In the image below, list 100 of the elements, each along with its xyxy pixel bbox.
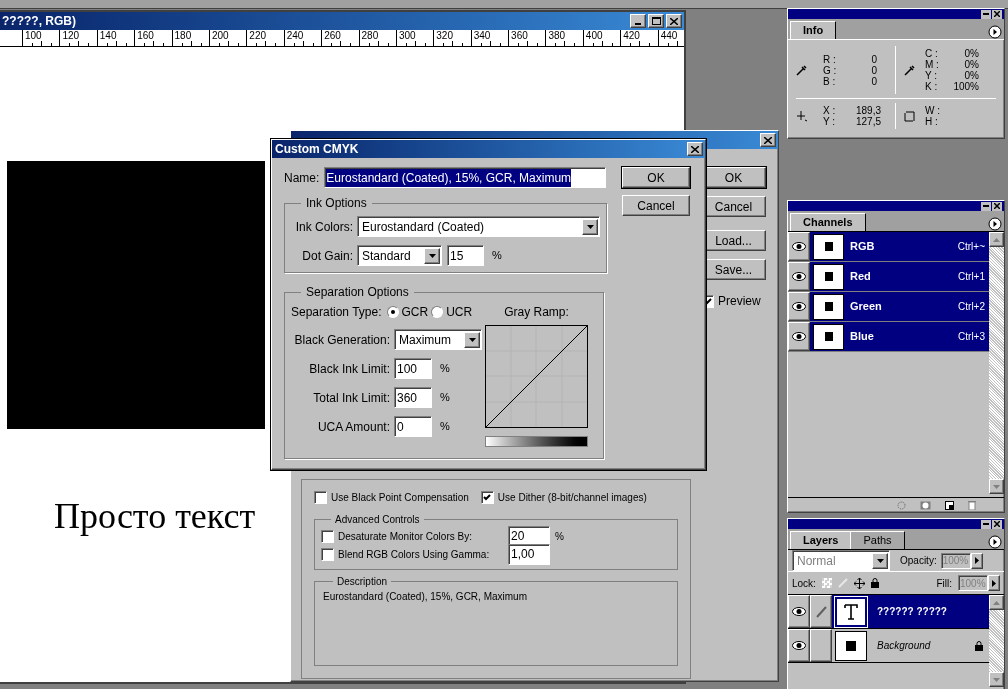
dialog-button[interactable]: Cancel bbox=[622, 195, 690, 216]
canvas-text: Просто текст bbox=[54, 495, 256, 538]
ruler-label: 300 bbox=[398, 30, 416, 41]
dropdown-arrow-button[interactable] bbox=[424, 247, 440, 264]
shortcut-label: Ctrl+~ bbox=[957, 240, 985, 254]
play-icon bbox=[992, 579, 996, 587]
shortcut-label: Ctrl+1 bbox=[958, 270, 985, 284]
radio-button[interactable] bbox=[431, 306, 444, 318]
close-button[interactable] bbox=[992, 519, 1002, 529]
minimize-button[interactable] bbox=[981, 201, 991, 211]
info-value: 0% bbox=[963, 70, 979, 81]
eye-icon[interactable] bbox=[792, 332, 806, 341]
ruler-label: 420 bbox=[623, 30, 640, 41]
trash-icon[interactable] bbox=[968, 500, 976, 510]
radio-label: GCR bbox=[401, 304, 429, 321]
window-title: ?????, RGB) bbox=[2, 13, 76, 30]
input-field[interactable]: 20 bbox=[508, 525, 550, 547]
close-icon bbox=[994, 203, 1000, 209]
input-field[interactable]: 15 bbox=[447, 245, 484, 266]
group-title: Separation Options bbox=[305, 284, 410, 301]
dotted-circle-icon[interactable] bbox=[897, 500, 906, 510]
ruler-label: 320 bbox=[436, 30, 453, 41]
visibility-toggle[interactable] bbox=[788, 322, 810, 351]
field-label: Gray Ramp: bbox=[504, 304, 569, 321]
input-field[interactable]: 360 bbox=[394, 387, 432, 408]
channel-name: Green bbox=[850, 299, 883, 315]
visibility-toggle[interactable] bbox=[788, 292, 810, 321]
channel-row[interactable]: Red Ctrl+1 bbox=[810, 262, 989, 291]
eyedropper-icon bbox=[796, 64, 807, 76]
eye-icon[interactable] bbox=[792, 242, 806, 251]
close-button[interactable] bbox=[760, 133, 776, 147]
minimize-button[interactable] bbox=[981, 519, 991, 529]
caret-icon bbox=[468, 337, 476, 342]
close-button[interactable] bbox=[992, 201, 1002, 211]
palette-menu-icon[interactable] bbox=[988, 535, 1002, 549]
radio-button[interactable] bbox=[386, 306, 399, 318]
visibility-toggle[interactable] bbox=[788, 595, 810, 628]
channel-row[interactable]: Blue Ctrl+3 bbox=[810, 322, 989, 351]
ruler-label: 240 bbox=[286, 30, 304, 41]
visibility-toggle[interactable] bbox=[788, 262, 810, 291]
checkbox-label: Desaturate Monitor Colors By: bbox=[338, 529, 473, 544]
visibility-toggle[interactable] bbox=[788, 232, 810, 261]
dropdown-field[interactable]: Eurostandard (Coated) bbox=[357, 216, 600, 237]
dropdown-field[interactable]: Standard bbox=[357, 245, 442, 266]
new-channel-icon[interactable] bbox=[945, 500, 954, 510]
info-label: X : bbox=[823, 105, 837, 116]
channel-row[interactable]: RGB Ctrl+~ bbox=[810, 232, 989, 261]
palette-tab[interactable]: Channels bbox=[790, 213, 866, 231]
dropdown-arrow-button[interactable] bbox=[464, 331, 480, 348]
layer-name: ?????? ????? bbox=[877, 605, 948, 619]
info-label: M : bbox=[925, 59, 940, 70]
name-field[interactable]: Eurostandard (Coated), 15%, GCR, Maximum bbox=[324, 167, 606, 188]
checkbox[interactable] bbox=[321, 547, 334, 561]
input-field[interactable]: 0 bbox=[394, 416, 432, 437]
info-label: R : bbox=[823, 53, 837, 65]
dropdown-arrow-button[interactable] bbox=[582, 218, 598, 235]
layer-row[interactable]: ?????? ????? bbox=[832, 595, 989, 628]
close-button[interactable] bbox=[666, 14, 682, 28]
close-button[interactable] bbox=[992, 9, 1002, 19]
ruler-label: 280 bbox=[361, 30, 379, 41]
info-label: C : bbox=[925, 48, 939, 59]
unit-label: % bbox=[440, 419, 450, 435]
channel-name: Blue bbox=[850, 329, 875, 345]
maximize-button[interactable] bbox=[648, 14, 664, 28]
minimize-button[interactable] bbox=[630, 14, 646, 28]
ruler-label: 120 bbox=[62, 30, 80, 41]
eye-icon[interactable] bbox=[792, 641, 806, 650]
visibility-toggle[interactable] bbox=[788, 629, 810, 662]
eye-icon[interactable] bbox=[792, 607, 806, 616]
checkbox[interactable] bbox=[480, 490, 494, 504]
eye-icon[interactable] bbox=[792, 302, 806, 311]
checkbox[interactable] bbox=[321, 529, 334, 543]
palette-menu-icon[interactable] bbox=[988, 25, 1002, 39]
dropdown-field[interactable]: Maximum bbox=[394, 329, 482, 350]
input-field[interactable]: 100 bbox=[394, 358, 432, 379]
field-label: UCA Amount: bbox=[316, 418, 390, 436]
palette-tab[interactable]: Paths bbox=[850, 531, 905, 549]
eye-icon[interactable] bbox=[792, 272, 806, 281]
arrow-button[interactable] bbox=[988, 575, 1000, 591]
info-value: 0 bbox=[870, 53, 877, 65]
padlock-icon[interactable] bbox=[870, 578, 879, 588]
palette-tab[interactable]: Info bbox=[790, 21, 837, 39]
shortcut-label: Ctrl+2 bbox=[958, 300, 985, 314]
eyedropper-icon bbox=[904, 64, 915, 76]
padlock-icon bbox=[975, 640, 983, 651]
dialog-button[interactable]: OK bbox=[622, 167, 690, 188]
ruler-label: 260 bbox=[324, 30, 341, 41]
palette-menu-icon[interactable] bbox=[988, 217, 1002, 231]
move-icon[interactable] bbox=[853, 577, 865, 589]
minimize-button[interactable] bbox=[981, 9, 991, 19]
group-title: Description bbox=[336, 575, 389, 589]
palette-tab[interactable]: Layers bbox=[790, 531, 852, 549]
brush-toggle[interactable] bbox=[810, 595, 832, 628]
input-field[interactable]: 1,00 bbox=[508, 543, 550, 565]
checkbox[interactable] bbox=[314, 490, 327, 504]
close-button[interactable] bbox=[687, 142, 703, 156]
brush-toggle[interactable] bbox=[810, 629, 832, 662]
channel-row[interactable]: Green Ctrl+2 bbox=[810, 292, 989, 321]
mask-icon[interactable] bbox=[920, 500, 931, 510]
layer-name: Background bbox=[877, 639, 932, 653]
